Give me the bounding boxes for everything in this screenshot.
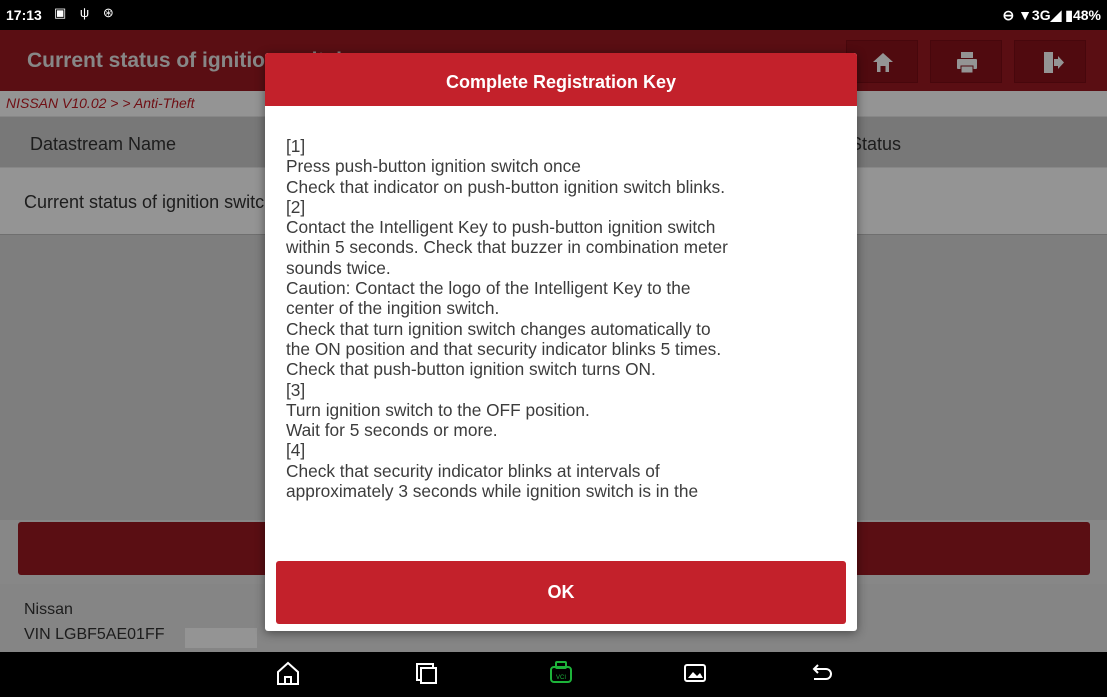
screenshot-button[interactable]	[680, 658, 710, 693]
instruction-line: [1]	[286, 136, 306, 156]
instruction-line: [2]	[286, 196, 306, 217]
recent-apps-icon	[416, 663, 437, 684]
instruction-line: Check that push-button ignition switch t…	[286, 359, 656, 380]
dialog-header: Complete Registration Key	[265, 53, 857, 106]
instruction-line: Contact the Intelligent Key to push-butt…	[286, 217, 716, 238]
instruction-line: Press push-button ignition switch once	[286, 156, 581, 177]
notification-icons: ▣ ψ ⊛	[54, 5, 119, 21]
dialog-instructions[interactable]: [1] Press push-button ignition switch on…	[286, 136, 854, 556]
recent-apps-button[interactable]	[411, 658, 441, 693]
instruction-line: sounds twice.	[286, 257, 391, 278]
dialog-title: Complete Registration Key	[445, 72, 677, 92]
image-notification-icon: ▣	[54, 5, 72, 20]
instruction-line: Check that indicator on push-button igni…	[286, 176, 725, 197]
svg-text:VCI: VCI	[556, 675, 566, 681]
registration-dialog: Complete Registration Key [1] Press push…	[265, 53, 857, 631]
instruction-line: the ON position and that security indica…	[286, 338, 722, 359]
system-nav-bar: VCI	[0, 652, 1107, 697]
instruction-line: Turn ignition switch to the OFF position…	[286, 399, 590, 420]
instruction-line: [3]	[286, 379, 306, 400]
vci-icon: VCI	[550, 661, 572, 683]
instruction-line: Wait for 5 seconds or more.	[286, 420, 498, 441]
instruction-line: Caution: Contact the logo of the Intelli…	[286, 278, 691, 299]
status-time: 17:13	[6, 7, 42, 23]
vci-button[interactable]: VCI	[546, 658, 576, 693]
home-nav-button[interactable]	[273, 658, 303, 693]
back-button[interactable]	[806, 658, 836, 693]
usb-icon: ψ	[79, 5, 95, 20]
status-right: ⊖ ▼3G◢ ▮48%	[1002, 7, 1101, 23]
instruction-line: within 5 seconds. Check that buzzer in c…	[286, 237, 728, 258]
instruction-line: Check that turn ignition switch changes …	[286, 318, 711, 339]
instruction-line: approximately 3 seconds while ignition s…	[286, 481, 699, 502]
bluetooth-icon: ⊛	[102, 5, 119, 20]
ok-button[interactable]: OK	[276, 561, 846, 624]
screenshot-icon	[684, 664, 706, 682]
instruction-line: center of the ingition switch.	[286, 298, 500, 319]
status-bar: 17:13 ▣ ψ ⊛ ⊖ ▼3G◢ ▮48%	[0, 0, 1107, 30]
back-icon	[812, 664, 832, 680]
home-nav-icon	[277, 661, 299, 685]
instruction-line: Check that security indicator blinks at …	[286, 460, 660, 481]
instruction-line: [4]	[286, 440, 306, 461]
